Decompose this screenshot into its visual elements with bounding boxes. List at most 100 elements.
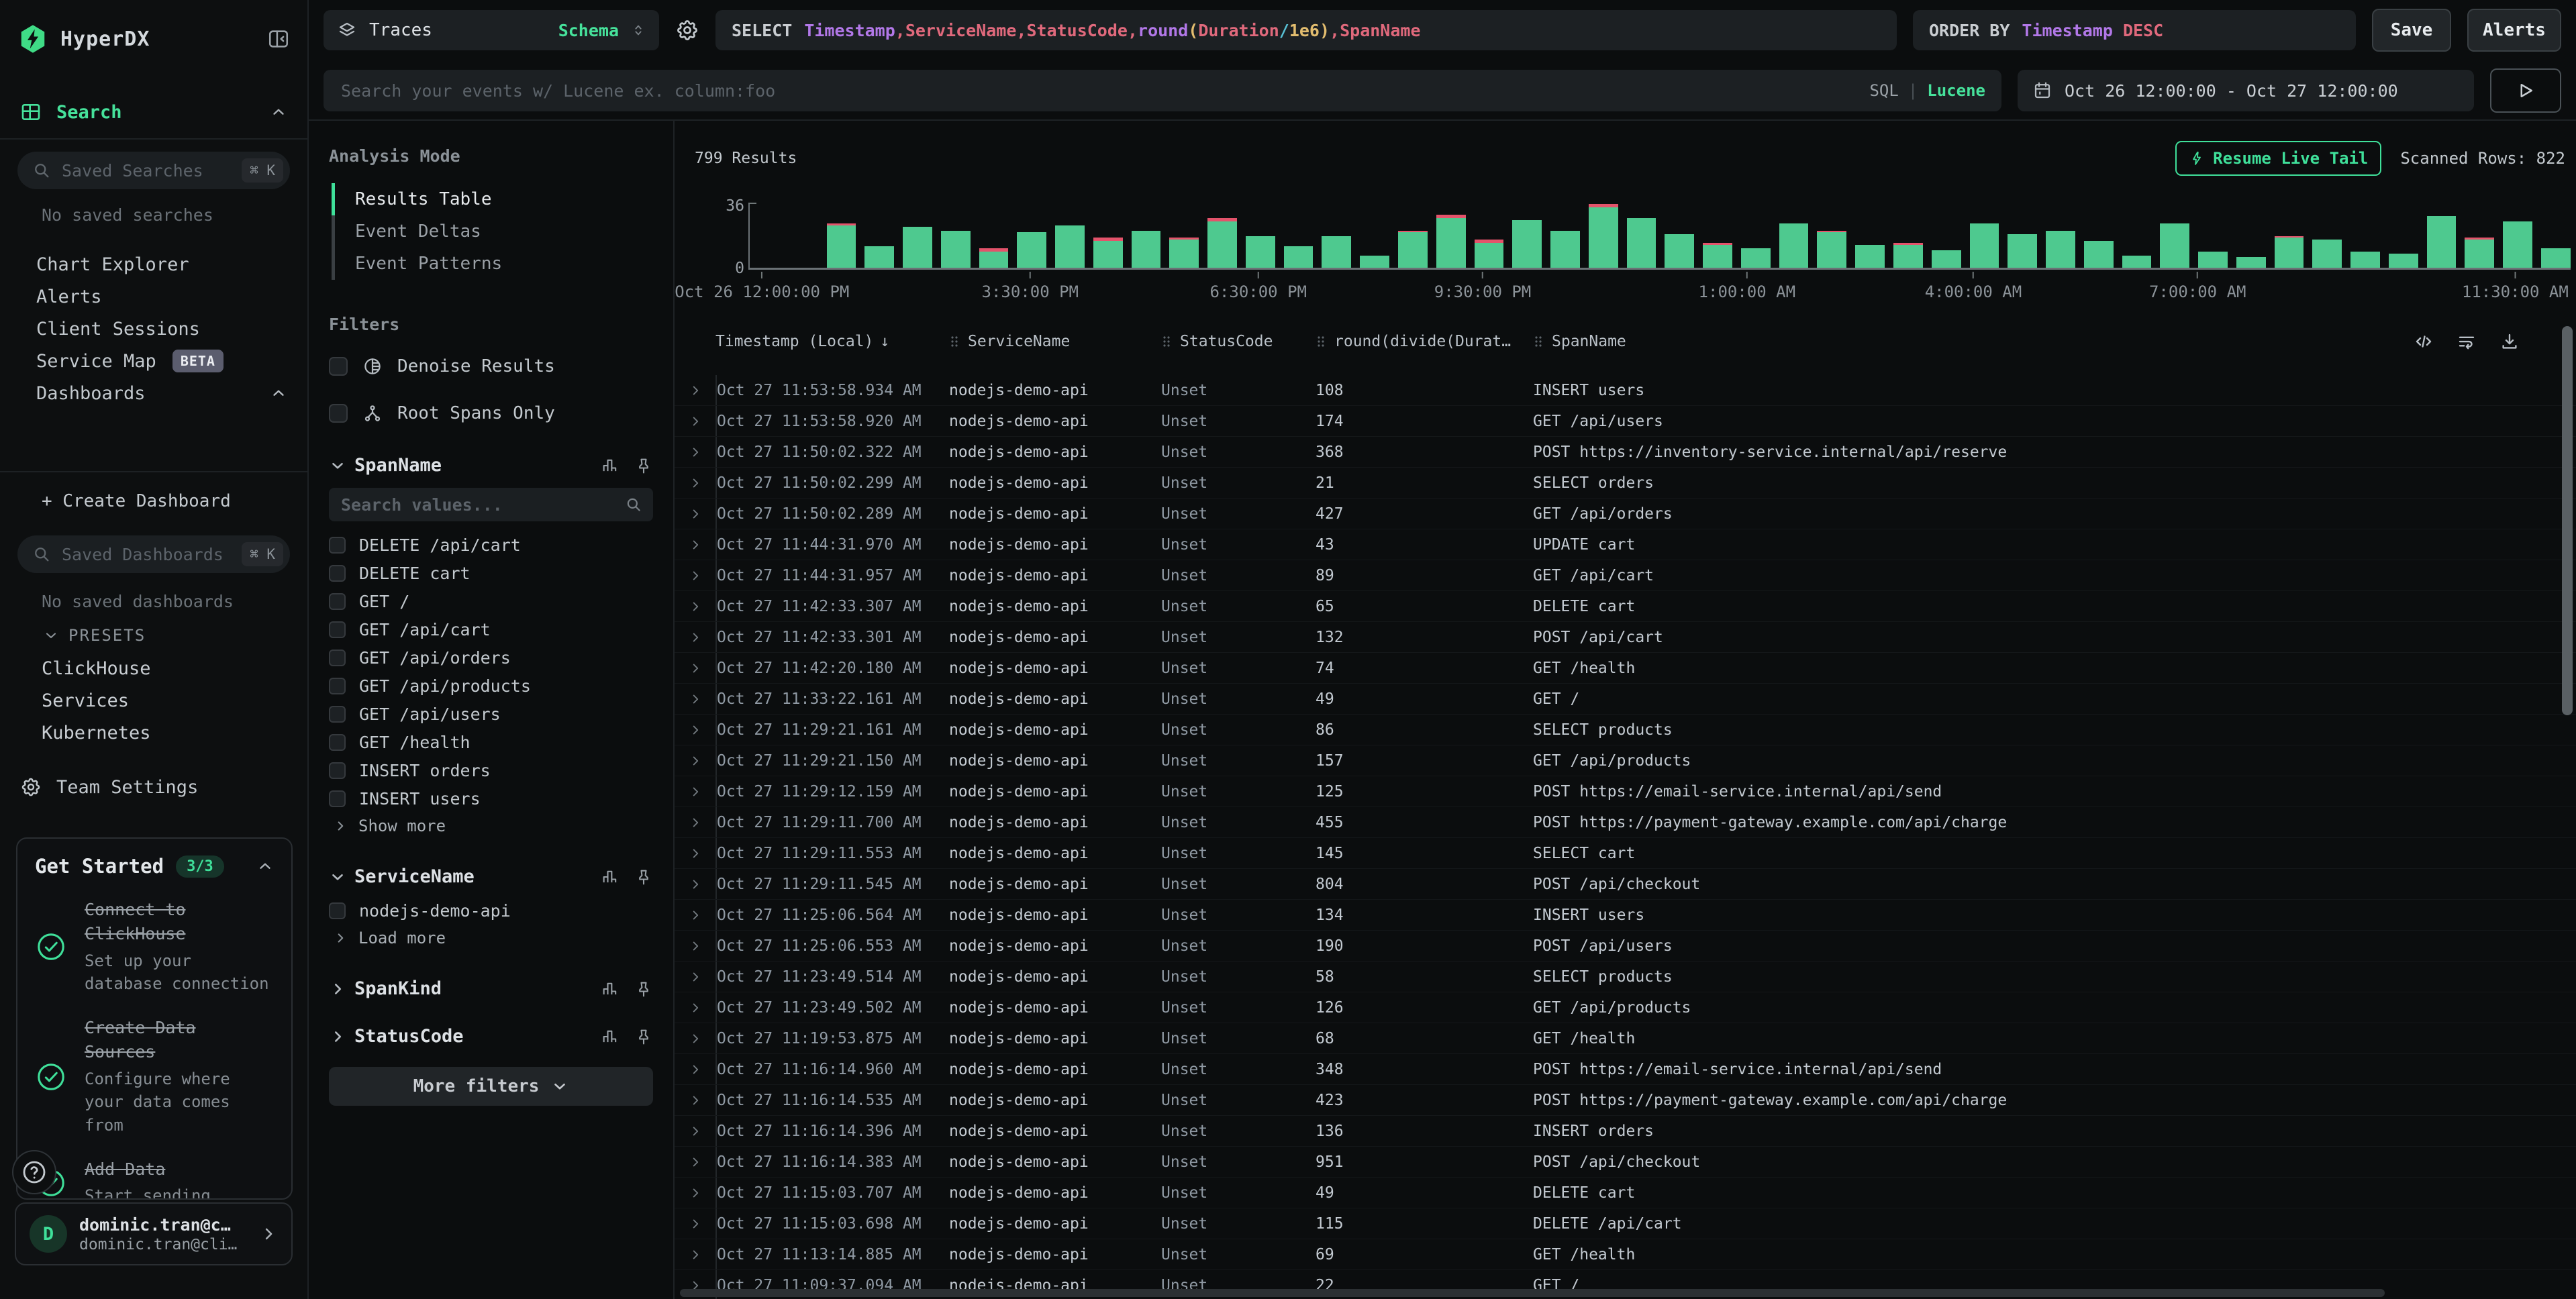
filter-value-row[interactable]: INSERT users [329, 784, 653, 813]
expand-row-chevron-icon[interactable] [675, 468, 717, 498]
filter-value-row[interactable]: DELETE /api/cart [329, 531, 653, 559]
histogram-bar[interactable] [1893, 204, 1923, 268]
table-row[interactable]: Oct 27 11:15:03.707 AM nodejs-demo-api U… [675, 1178, 2576, 1208]
filter-value-row[interactable]: nodejs-demo-api [329, 896, 653, 925]
pin-icon[interactable] [634, 980, 653, 998]
table-row[interactable]: Oct 27 11:25:06.564 AM nodejs-demo-api U… [675, 900, 2576, 931]
sidebar-nav-item[interactable]: Client Sessions [0, 313, 307, 345]
table-row[interactable]: Oct 27 11:25:06.553 AM nodejs-demo-api U… [675, 931, 2576, 962]
denoise-results-toggle[interactable]: Denoise Results [329, 352, 653, 381]
table-row[interactable]: Oct 27 11:33:22.161 AM nodejs-demo-api U… [675, 684, 2576, 715]
expand-row-chevron-icon[interactable] [675, 807, 717, 837]
histogram-bar[interactable] [2122, 204, 2152, 268]
chevron-up-icon[interactable] [270, 384, 287, 402]
table-row[interactable]: Oct 27 11:50:02.322 AM nodejs-demo-api U… [675, 437, 2576, 468]
histogram-bar[interactable] [1817, 204, 1846, 268]
expand-row-chevron-icon[interactable] [675, 1239, 717, 1269]
create-dashboard-button[interactable]: + Create Dashboard [0, 486, 307, 517]
histogram-bar[interactable] [1360, 204, 1389, 268]
source-selector[interactable]: Traces Schema [324, 10, 659, 50]
table-row[interactable]: Oct 27 11:29:21.150 AM nodejs-demo-api U… [675, 745, 2576, 776]
expand-row-chevron-icon[interactable] [675, 653, 717, 683]
table-row[interactable]: Oct 27 11:29:11.553 AM nodejs-demo-api U… [675, 838, 2576, 869]
checkbox[interactable] [329, 537, 346, 554]
histogram-bar[interactable] [1550, 204, 1580, 268]
histogram-bar[interactable] [1284, 204, 1314, 268]
table-row[interactable]: Oct 27 11:42:33.307 AM nodejs-demo-api U… [675, 591, 2576, 622]
expand-row-chevron-icon[interactable] [675, 622, 717, 652]
saved-dashboards-search[interactable]: ⌘ K [17, 535, 290, 573]
chevron-up-icon[interactable] [256, 858, 274, 875]
sidebar-item-search[interactable]: Search [0, 95, 307, 129]
filter-value-row[interactable]: INSERT orders [329, 756, 653, 784]
chart-icon[interactable] [601, 456, 620, 475]
sidebar-item-team-settings[interactable]: Team Settings [0, 770, 307, 804]
code-view-icon[interactable] [2414, 331, 2434, 352]
histogram-bar[interactable] [1589, 204, 1618, 268]
checkbox[interactable] [329, 404, 348, 423]
filter-section-spanname[interactable]: SpanName [329, 455, 653, 476]
saved-dashboards-input[interactable] [60, 544, 232, 565]
histogram-bar[interactable] [2541, 204, 2571, 268]
checkbox[interactable] [329, 706, 346, 723]
histogram-bar[interactable] [1132, 204, 1161, 268]
expand-row-chevron-icon[interactable] [675, 992, 717, 1023]
histogram-bar[interactable] [2427, 204, 2457, 268]
drag-handle-icon[interactable] [1314, 333, 1328, 350]
table-row[interactable]: Oct 27 11:44:31.957 AM nodejs-demo-api U… [675, 560, 2576, 591]
alerts-button[interactable]: Alerts [2467, 9, 2561, 52]
histogram-bar[interactable] [2503, 204, 2532, 268]
analysis-mode-option[interactable]: Results Table [332, 183, 653, 215]
histogram-bar[interactable] [2160, 204, 2189, 268]
table-row[interactable]: Oct 27 11:29:21.161 AM nodejs-demo-api U… [675, 715, 2576, 745]
time-range-picker[interactable]: Oct 26 12:00:00 - Oct 27 12:00:00 [2018, 70, 2474, 111]
histogram-bar[interactable] [903, 204, 932, 268]
saved-searches-search[interactable]: ⌘ K [17, 152, 290, 189]
histogram-bar[interactable] [1741, 204, 1771, 268]
help-button[interactable] [12, 1150, 56, 1194]
expand-row-chevron-icon[interactable] [675, 375, 717, 405]
table-row[interactable]: Oct 27 11:50:02.299 AM nodejs-demo-api U… [675, 468, 2576, 499]
expand-row-chevron-icon[interactable] [675, 499, 717, 529]
saved-searches-input[interactable] [60, 160, 232, 181]
checkbox[interactable] [329, 734, 346, 751]
histogram-bar[interactable] [1322, 204, 1351, 268]
collapse-sidebar-icon[interactable] [267, 28, 290, 50]
histogram-bar[interactable] [1017, 204, 1046, 268]
more-filters-button[interactable]: More filters [329, 1067, 653, 1106]
histogram-bar[interactable] [1703, 204, 1732, 268]
table-row[interactable]: Oct 27 11:50:02.289 AM nodejs-demo-api U… [675, 499, 2576, 529]
histogram-bar[interactable] [2312, 204, 2342, 268]
histogram-bar[interactable] [1475, 204, 1504, 268]
chevron-up-icon[interactable] [270, 103, 287, 121]
histogram-bar[interactable] [750, 204, 780, 268]
filter-section-statuscode[interactable]: StatusCode [329, 1026, 653, 1047]
table-row[interactable]: Oct 27 11:42:33.301 AM nodejs-demo-api U… [675, 622, 2576, 653]
histogram-bar[interactable] [827, 204, 856, 268]
table-row[interactable]: Oct 27 11:16:14.383 AM nodejs-demo-api U… [675, 1147, 2576, 1178]
table-row[interactable]: Oct 27 11:13:14.885 AM nodejs-demo-api U… [675, 1239, 2576, 1270]
expand-row-chevron-icon[interactable] [675, 1116, 717, 1146]
drag-handle-icon[interactable] [948, 333, 961, 350]
checkbox[interactable] [329, 762, 346, 779]
load-more-button[interactable]: Load more [329, 925, 653, 951]
expand-row-chevron-icon[interactable] [675, 437, 717, 467]
checkbox[interactable] [329, 650, 346, 666]
expand-row-chevron-icon[interactable] [675, 1085, 717, 1115]
table-row[interactable]: Oct 27 11:23:49.502 AM nodejs-demo-api U… [675, 992, 2576, 1023]
histogram-bar[interactable] [1093, 204, 1123, 268]
select-clause-editor[interactable]: SELECT Timestamp,ServiceName,StatusCode,… [715, 10, 1897, 50]
expand-row-chevron-icon[interactable] [675, 900, 717, 930]
histogram-bar[interactable] [2084, 204, 2114, 268]
checkbox[interactable] [329, 678, 346, 694]
filter-section-spankind[interactable]: SpanKind [329, 978, 653, 999]
sql-toggle[interactable]: SQL [1869, 81, 1898, 100]
filter-value-row[interactable]: GET /health [329, 728, 653, 756]
column-header-statuscode[interactable]: StatusCode [1160, 333, 1314, 350]
expand-row-chevron-icon[interactable] [675, 560, 717, 590]
table-row[interactable]: Oct 27 11:16:14.396 AM nodejs-demo-api U… [675, 1116, 2576, 1147]
histogram-bar[interactable] [2465, 204, 2494, 268]
presets-toggle[interactable]: PRESETS [0, 621, 307, 650]
drag-handle-icon[interactable] [1532, 333, 1545, 350]
checkbox[interactable] [329, 621, 346, 638]
